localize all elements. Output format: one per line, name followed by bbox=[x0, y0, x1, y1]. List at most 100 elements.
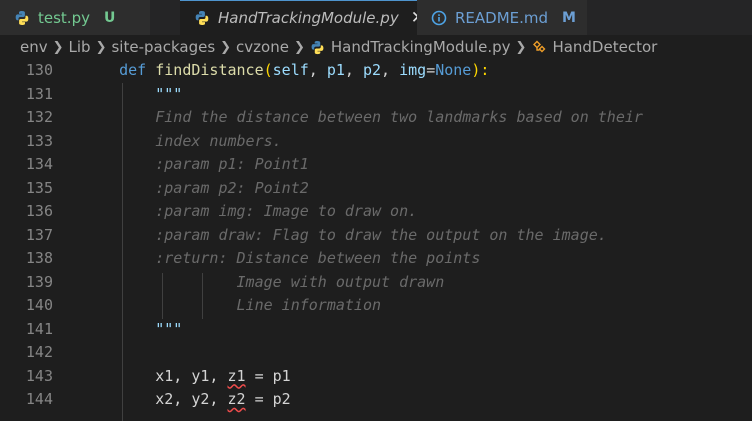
code-line[interactable]: 140 Line information bbox=[0, 294, 752, 318]
breadcrumb-item[interactable]: HandDetector bbox=[552, 38, 657, 56]
code-token: ): bbox=[471, 61, 490, 79]
code-text: :param draw: Flag to draw the output on … bbox=[83, 224, 607, 248]
line-number: 141 bbox=[25, 319, 53, 338]
line-number: 140 bbox=[25, 296, 53, 314]
line-number: 134 bbox=[25, 155, 53, 173]
code-line[interactable]: 138 :return: Distance between the points bbox=[0, 247, 752, 271]
line-number: 131 bbox=[25, 84, 53, 103]
code-token: = bbox=[426, 61, 436, 79]
chevron-right-icon: ❯ bbox=[95, 39, 107, 55]
code-token: :param p1: Point1 bbox=[155, 155, 309, 173]
code-token: , bbox=[381, 61, 400, 79]
line-number: 135 bbox=[25, 178, 53, 197]
code-token: , bbox=[344, 61, 363, 79]
code-line[interactable]: 136 :param img: Image to draw on. bbox=[0, 200, 752, 224]
code-text: Find the distance between two landmarks … bbox=[83, 106, 643, 130]
tab-label: test.py bbox=[38, 8, 90, 27]
code-token: Image with output drawn bbox=[236, 272, 445, 291]
code-token: x1, y1, bbox=[155, 366, 228, 385]
code-line[interactable]: 135 :param p2: Point2 bbox=[0, 177, 752, 201]
code-line[interactable]: 139 Image with output drawn bbox=[0, 271, 752, 295]
code-token: Line information bbox=[236, 296, 382, 314]
line-number: 130 bbox=[25, 61, 53, 79]
info-icon bbox=[431, 10, 447, 25]
code-line[interactable]: 133 index numbers. bbox=[0, 130, 752, 154]
code-line[interactable]: 130 def findDistance(self, p1, p2, img=N… bbox=[0, 59, 752, 83]
python-file-icon bbox=[15, 10, 29, 25]
code-text: :param p2: Point2 bbox=[83, 177, 309, 201]
breadcrumb: env ❯ Lib ❯ site-packages ❯ cvzone ❯ Han… bbox=[0, 35, 752, 59]
code-token: """ bbox=[155, 84, 183, 103]
code-token: :param draw: Flag to draw the output on … bbox=[155, 225, 607, 244]
breadcrumb-item[interactable]: env bbox=[20, 38, 48, 56]
chevron-right-icon: ❯ bbox=[220, 39, 232, 55]
code-line[interactable]: 134 :param p1: Point1 bbox=[0, 153, 752, 177]
line-number: 144 bbox=[25, 390, 53, 408]
code-token: p1 bbox=[326, 61, 345, 79]
code-token: = p1 bbox=[245, 366, 291, 385]
code-line[interactable]: 131 """ bbox=[0, 83, 752, 107]
line-number: 133 bbox=[25, 131, 53, 150]
code-token: findDistance bbox=[155, 61, 264, 79]
code-token: ( bbox=[263, 61, 273, 79]
code-line[interactable]: 143 x1, y1, z1 = p1 bbox=[0, 365, 752, 389]
code-text: Line information bbox=[83, 294, 382, 318]
code-token: :param p2: Point2 bbox=[155, 178, 309, 197]
breadcrumb-item[interactable]: site-packages bbox=[111, 38, 215, 56]
untracked-badge: U bbox=[103, 9, 116, 26]
line-number: 137 bbox=[25, 225, 53, 244]
code-text: """ bbox=[83, 318, 182, 342]
code-token: def bbox=[119, 61, 156, 79]
code-text: :param p1: Point1 bbox=[83, 153, 309, 177]
code-editor[interactable]: 130 def findDistance(self, p1, p2, img=N… bbox=[0, 59, 752, 421]
error-squiggle: z2 bbox=[227, 390, 246, 408]
code-text: def findDistance(self, p1, p2, img=None)… bbox=[83, 59, 489, 83]
code-text: """ bbox=[83, 83, 182, 107]
tab-readme-md[interactable]: README.md M bbox=[417, 0, 587, 35]
code-line[interactable]: 142 bbox=[0, 341, 752, 365]
tab-label: HandTrackingModule.py bbox=[218, 9, 399, 27]
line-number: 143 bbox=[25, 366, 53, 385]
line-number: 132 bbox=[25, 108, 53, 126]
python-file-icon bbox=[195, 11, 209, 25]
tab-handtrackingmodule-py[interactable]: HandTrackingModule.py ✕ bbox=[180, 0, 425, 35]
code-line[interactable]: 132 Find the distance between two landma… bbox=[0, 106, 752, 130]
code-text: :param img: Image to draw on. bbox=[83, 200, 417, 224]
breadcrumb-item[interactable]: HandTrackingModule.py bbox=[331, 38, 511, 56]
code-text: x1, y1, z1 = p1 bbox=[83, 365, 291, 389]
code-text: :return: Distance between the points bbox=[83, 247, 480, 271]
editor-tab-bar: test.py U HandTrackingModule.py ✕ README… bbox=[0, 0, 752, 35]
python-file-icon bbox=[311, 40, 324, 54]
line-number: 139 bbox=[25, 272, 53, 291]
code-line[interactable]: 141 """ bbox=[0, 318, 752, 342]
line-number: 142 bbox=[25, 343, 53, 361]
code-token: p2 bbox=[362, 61, 382, 79]
code-token: :param img: Image to draw on. bbox=[155, 202, 418, 220]
code-text: Image with output drawn bbox=[83, 271, 445, 295]
error-squiggle: z1 bbox=[227, 366, 246, 385]
code-token: , bbox=[308, 61, 327, 79]
code-line[interactable]: 137 :param draw: Flag to draw the output… bbox=[0, 224, 752, 248]
chevron-right-icon: ❯ bbox=[52, 39, 64, 55]
tab-label: README.md bbox=[455, 8, 549, 27]
tab-test-py[interactable]: test.py U bbox=[0, 0, 150, 35]
breadcrumb-item[interactable]: Lib bbox=[69, 38, 91, 56]
code-token: """ bbox=[155, 319, 183, 338]
line-number: 136 bbox=[25, 202, 53, 220]
code-token: = p2 bbox=[245, 390, 291, 408]
breadcrumb-item[interactable]: cvzone bbox=[236, 38, 289, 56]
modified-badge: M bbox=[562, 9, 576, 26]
code-text: x2, y2, z2 = p2 bbox=[83, 388, 291, 412]
code-line[interactable]: 144 x2, y2, z2 = p2 bbox=[0, 388, 752, 412]
